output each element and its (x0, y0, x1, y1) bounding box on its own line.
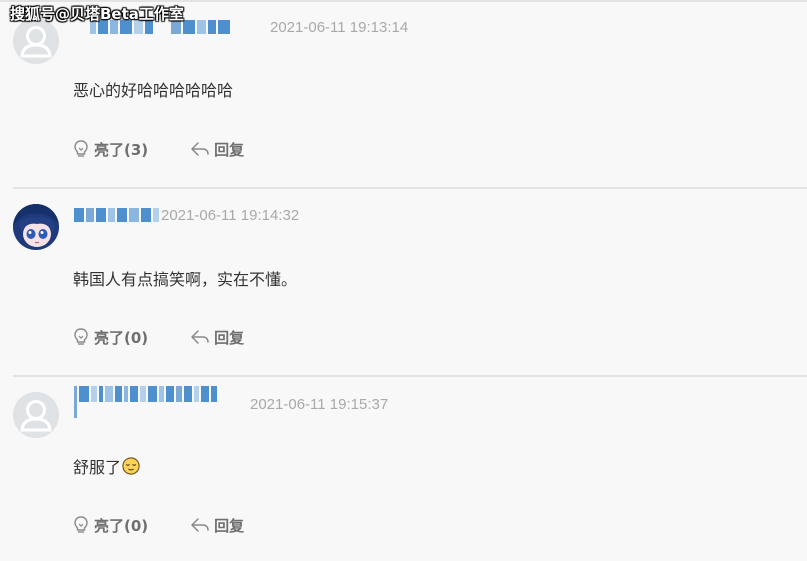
comment-text-content: 恶心的好哈哈哈哈哈哈 (73, 81, 234, 100)
watermark: 搜狐号@贝塔Beta工作室 (10, 5, 184, 23)
reply-button[interactable]: 回复 (190, 139, 244, 160)
like-count-label: 亮了(3) (94, 140, 149, 159)
like-count-label: 亮了(0) (94, 516, 149, 535)
comment-divider (13, 187, 807, 189)
username[interactable] (74, 206, 161, 224)
avatar[interactable] (13, 392, 59, 438)
reply-label: 回复 (214, 328, 245, 347)
like-button[interactable]: 亮了(0) (72, 327, 148, 348)
default-avatar-icon (13, 392, 59, 438)
lightbulb-icon (74, 140, 88, 157)
reply-arrow-icon (191, 330, 209, 344)
avatar[interactable] (13, 204, 59, 250)
comment-divider (13, 375, 807, 377)
reply-label: 回复 (214, 516, 245, 535)
comment-timestamp: 2021-06-11 19:15:37 (250, 396, 389, 413)
reply-arrow-icon (191, 518, 209, 532)
like-button[interactable]: 亮了(3) (72, 139, 148, 160)
comment-timestamp: 2021-06-11 19:13:14 (270, 19, 409, 36)
top-divider (0, 0, 807, 2)
reply-button[interactable]: 回复 (190, 515, 244, 536)
comment-text: 舒服了 (73, 454, 140, 478)
anime-avatar-icon (13, 204, 59, 250)
comment-text: 韩国人有点搞笑啊，实在不懂。 (73, 266, 297, 290)
avatar[interactable] (13, 18, 59, 64)
comment-actions: 亮了(3) 回复 (72, 138, 244, 160)
relieved-face-emoji-icon (122, 457, 140, 475)
comment-timestamp: 2021-06-11 19:14:32 (161, 207, 300, 224)
lightbulb-icon (74, 328, 88, 345)
comment-text: 恶心的好哈哈哈哈哈哈 (73, 77, 233, 101)
lightbulb-icon (74, 516, 88, 533)
comment-text-content: 舒服了 (73, 458, 122, 477)
reply-button[interactable]: 回复 (190, 327, 244, 348)
default-avatar-icon (13, 18, 59, 64)
reply-arrow-icon (191, 142, 209, 156)
username[interactable] (74, 386, 219, 418)
comment-actions: 亮了(0) 回复 (72, 326, 244, 348)
comment-actions: 亮了(0) 回复 (72, 514, 244, 536)
like-button[interactable]: 亮了(0) (72, 515, 148, 536)
comment-text-content: 韩国人有点搞笑啊，实在不懂。 (73, 270, 298, 289)
reply-label: 回复 (214, 140, 245, 159)
like-count-label: 亮了(0) (94, 328, 149, 347)
